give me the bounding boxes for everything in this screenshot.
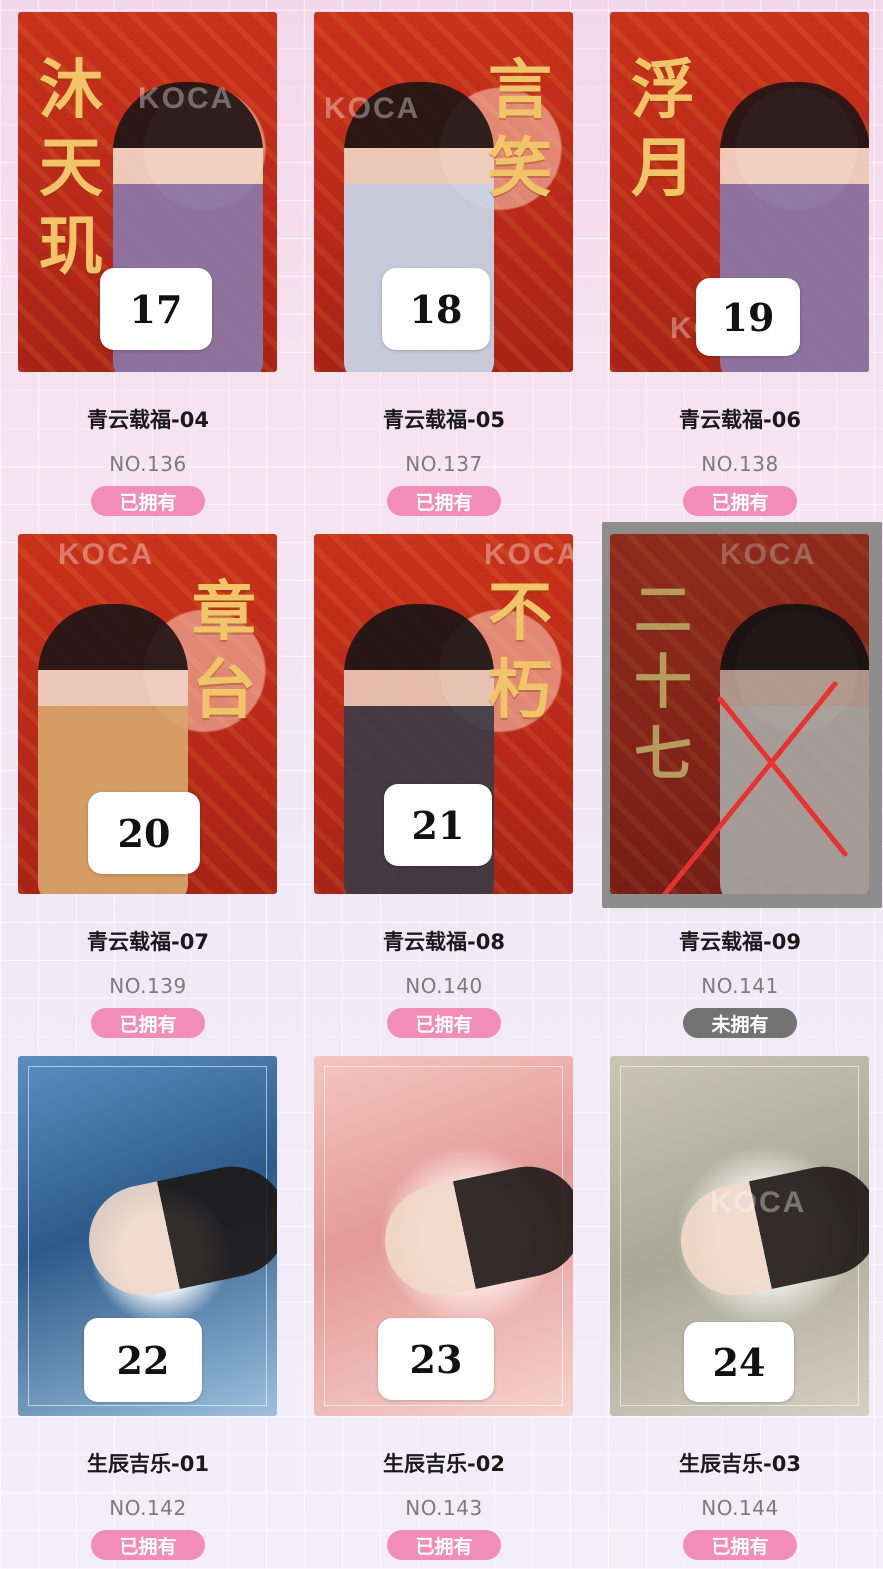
collection-card-item[interactable]: 23 生辰吉乐-02 NO.143 已拥有 [296, 1044, 592, 1567]
ownership-status-badge: 已拥有 [683, 486, 797, 516]
card-image-area[interactable]: 23 [296, 1044, 592, 1429]
card-serial-number: NO.144 [701, 1496, 779, 1520]
card-image-area[interactable]: 章台 KOCA 20 [0, 522, 296, 907]
card-serial-number: NO.141 [701, 974, 779, 998]
collection-card-item[interactable]: 章台 KOCA 20 青云载福-07 NO.139 已拥有 [0, 522, 296, 1045]
card-number-badge: 24 [684, 1322, 794, 1402]
watermark: KOCA [324, 92, 421, 125]
ownership-status-badge: 已拥有 [91, 1530, 205, 1560]
card-title: 青云载福-09 [679, 930, 801, 954]
card-title: 生辰吉乐-02 [383, 1452, 505, 1476]
collection-card-item[interactable]: KOCA 22 生辰吉乐-01 NO.142 已拥有 [0, 1044, 296, 1567]
card-image-area[interactable]: 不朽 KOCA 21 [296, 522, 592, 907]
collection-card-item[interactable]: 沐天玑 KOCA 17 青云载福-04 NO.136 已拥有 [0, 0, 296, 523]
card-calligraphy: 不朽 [488, 575, 552, 728]
card-title: 生辰吉乐-01 [87, 1452, 209, 1476]
card-title: 青云载福-06 [679, 408, 801, 432]
card-serial-number: NO.137 [405, 452, 483, 476]
card-serial-number: NO.138 [701, 452, 779, 476]
ownership-status-badge: 已拥有 [91, 486, 205, 516]
card-number-badge: 19 [696, 278, 800, 356]
collection-card-item[interactable]: 言笑 KOCA 18 青云载福-05 NO.137 已拥有 [296, 0, 592, 523]
card-calligraphy: 章台 [192, 575, 256, 728]
card-number-badge: 18 [382, 268, 490, 350]
card-number-badge: 22 [84, 1318, 202, 1402]
card-serial-number: NO.142 [109, 1496, 187, 1520]
ownership-status-badge: 已拥有 [387, 1530, 501, 1560]
card-image[interactable]: KOCA 24 [610, 1056, 869, 1416]
card-image-area[interactable]: 沐天玑 KOCA 17 [0, 0, 296, 385]
watermark: KOCA [710, 1186, 807, 1219]
card-title: 青云载福-08 [383, 930, 505, 954]
card-collection-grid: 沐天玑 KOCA 17 青云载福-04 NO.136 已拥有 言笑 KOCA 1… [0, 0, 883, 1569]
card-image[interactable]: 言笑 KOCA 18 [314, 12, 573, 372]
card-number-badge: 17 [100, 268, 212, 350]
card-image-area[interactable]: KOCA 22 [0, 1044, 296, 1429]
card-serial-number: NO.139 [109, 974, 187, 998]
watermark: KOCA [484, 538, 573, 571]
card-number-badge: 20 [88, 792, 200, 874]
watermark: KOCA [138, 82, 235, 115]
not-owned-cross-icon [662, 681, 848, 894]
card-serial-number: NO.140 [405, 974, 483, 998]
card-serial-number: NO.143 [405, 1496, 483, 1520]
card-image[interactable]: 沐天玑 KOCA 17 [18, 12, 277, 372]
watermark: KOCA [58, 538, 155, 571]
collection-card-item[interactable]: 浮月 KOCA 19 青云载福-06 NO.138 已拥有 [592, 0, 883, 523]
card-title: 青云载福-05 [383, 408, 505, 432]
ownership-status-badge: 已拥有 [387, 486, 501, 516]
card-image[interactable]: 23 [314, 1056, 573, 1416]
card-image[interactable]: 章台 KOCA 20 [18, 534, 277, 894]
ownership-status-badge: 已拥有 [683, 1530, 797, 1560]
ownership-status-badge: 已拥有 [387, 1008, 501, 1038]
card-number-badge: 21 [384, 784, 492, 866]
card-number-badge: 23 [378, 1318, 494, 1400]
card-title: 青云载福-07 [87, 930, 209, 954]
card-image-area[interactable]: 浮月 KOCA 19 [592, 0, 883, 385]
collection-card-item[interactable]: 二十七 KOCA 青云载福-09 NO.141 未拥有 [592, 522, 883, 1045]
card-serial-number: NO.136 [109, 452, 187, 476]
collection-card-item[interactable]: KOCA 24 生辰吉乐-03 NO.144 已拥有 [592, 1044, 883, 1567]
card-title: 生辰吉乐-03 [679, 1452, 801, 1476]
collection-card-item[interactable]: 不朽 KOCA 21 青云载福-08 NO.140 已拥有 [296, 522, 592, 1045]
ownership-status-badge: 未拥有 [683, 1008, 797, 1038]
card-calligraphy: 沐天玑 [39, 53, 103, 284]
card-image[interactable]: 浮月 KOCA 19 [610, 12, 869, 372]
ownership-status-badge: 已拥有 [91, 1008, 205, 1038]
card-image-area[interactable]: 言笑 KOCA 18 [296, 0, 592, 385]
card-calligraphy: 浮月 [631, 53, 695, 206]
card-calligraphy: 言笑 [488, 53, 552, 206]
card-image[interactable]: 不朽 KOCA 21 [314, 534, 573, 894]
card-image-area[interactable]: KOCA 24 [592, 1044, 883, 1429]
card-image[interactable]: KOCA 22 [18, 1056, 277, 1416]
card-image-area[interactable]: 二十七 KOCA [592, 522, 883, 908]
card-title: 青云载福-04 [87, 408, 209, 432]
